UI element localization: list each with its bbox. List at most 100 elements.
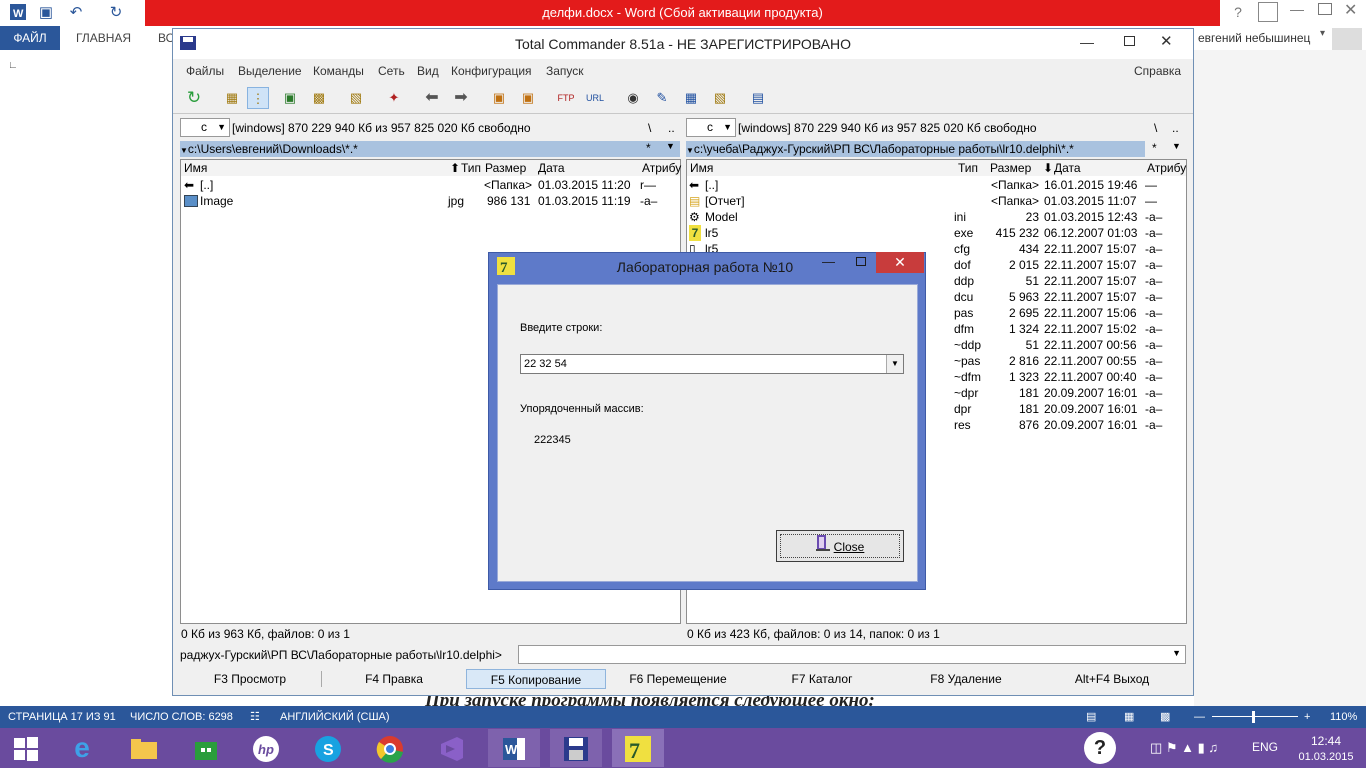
taskbar-save-app-icon[interactable] xyxy=(550,729,602,767)
menu-commands[interactable]: Команды xyxy=(313,62,364,80)
full-view-icon[interactable]: ⋮ xyxy=(247,87,269,109)
compare-dirs-icon[interactable]: ▧ xyxy=(345,87,367,109)
ftp-icon[interactable]: FTP xyxy=(555,87,577,109)
unpack-icon[interactable]: ▣ xyxy=(517,87,539,109)
clock-date[interactable]: 01.03.2015 xyxy=(1296,751,1356,763)
f7-mkdir-button[interactable]: F7 Каталог xyxy=(752,669,892,689)
tab-file[interactable]: ФАЙЛ xyxy=(0,26,60,50)
pack-icon[interactable]: ▣ xyxy=(488,87,510,109)
input-language[interactable]: ENG xyxy=(1252,740,1278,754)
menu-network[interactable]: Сеть xyxy=(378,62,405,80)
left-col-size[interactable]: Размер xyxy=(485,160,526,176)
right-up-button[interactable]: .. xyxy=(1172,118,1179,138)
zoom-slider-thumb[interactable] xyxy=(1252,711,1255,723)
left-col-type[interactable]: Тип xyxy=(461,160,481,176)
start-icon[interactable] xyxy=(0,729,52,767)
right-col-type[interactable]: Тип xyxy=(958,160,978,176)
taskbar-delphi-app-icon[interactable]: 7 xyxy=(612,729,664,767)
menu-files[interactable]: Файлы xyxy=(186,62,224,80)
f3-view-button[interactable]: F3 Просмотр xyxy=(180,669,320,689)
right-row-name[interactable]: lr5 xyxy=(705,225,718,241)
dialog-minimize-icon[interactable]: — xyxy=(822,254,835,269)
refresh-icon[interactable]: ↻ xyxy=(183,87,205,109)
back-icon[interactable]: ⬅ xyxy=(421,87,443,109)
undo-icon[interactable]: ↶ xyxy=(66,3,86,23)
word-close-icon[interactable]: ✕ xyxy=(1344,0,1357,20)
redo-icon[interactable]: ↻ xyxy=(106,3,126,23)
tab-home[interactable]: ГЛАВНАЯ xyxy=(76,26,131,50)
left-row-name[interactable]: Image xyxy=(200,193,233,209)
close-button[interactable]: Close xyxy=(776,530,904,562)
right-col-date[interactable]: Дата xyxy=(1054,160,1081,176)
word-user-name[interactable]: евгений небышинец xyxy=(1198,26,1310,50)
right-col-attr[interactable]: Атрибу xyxy=(1147,160,1186,176)
right-filter-dropdown-icon[interactable]: ▼ xyxy=(1172,141,1181,151)
left-row-name[interactable]: [..] xyxy=(200,177,213,193)
search-icon[interactable]: ◉ xyxy=(622,87,644,109)
ie-icon[interactable]: e xyxy=(56,729,108,767)
left-col-attr[interactable]: Атрибу xyxy=(642,160,681,176)
word-maximize-icon[interactable] xyxy=(1318,3,1332,15)
menu-start[interactable]: Запуск xyxy=(546,62,584,80)
left-col-name[interactable]: Имя xyxy=(184,160,207,176)
help-icon[interactable]: ? xyxy=(1228,4,1248,20)
print-layout-icon[interactable]: ▦ xyxy=(1124,706,1134,728)
select-icon[interactable]: ✦ xyxy=(383,87,405,109)
sync-dirs-icon[interactable]: ▦ xyxy=(680,87,702,109)
status-words[interactable]: ЧИСЛО СЛОВ: 6298 xyxy=(130,706,233,728)
notepad-icon[interactable]: ▤ xyxy=(747,87,769,109)
visual-studio-icon[interactable] xyxy=(426,729,478,767)
right-row-name[interactable]: Model xyxy=(705,209,738,225)
save-icon[interactable]: ▣ xyxy=(36,3,56,23)
tray-icons[interactable]: ◫ ⚑ ▲ ▮ ♫ xyxy=(1150,740,1218,756)
right-col-name[interactable]: Имя xyxy=(690,160,713,176)
zoom-level[interactable]: 110% xyxy=(1330,706,1357,728)
f8-delete-button[interactable]: F8 Удаление xyxy=(896,669,1036,689)
left-col-date[interactable]: Дата xyxy=(538,160,565,176)
right-root-button[interactable]: \ xyxy=(1154,118,1157,138)
f5-copy-button[interactable]: F5 Копирование xyxy=(466,669,606,689)
tree-view-icon[interactable]: ▩ xyxy=(308,87,330,109)
brief-view-icon[interactable]: ▦ xyxy=(221,87,243,109)
status-language[interactable]: АНГЛИЙСКИЙ (США) xyxy=(280,706,390,728)
right-row-name[interactable]: [..] xyxy=(705,177,718,193)
zoom-in-icon[interactable]: + xyxy=(1304,706,1310,728)
strings-input[interactable]: 22 32 54 ▼ xyxy=(520,354,904,374)
avatar[interactable] xyxy=(1332,28,1362,50)
zoom-slider[interactable] xyxy=(1212,716,1298,717)
forward-icon[interactable]: ➡ xyxy=(450,87,472,109)
store-icon[interactable] xyxy=(180,729,232,767)
url-icon[interactable]: URL xyxy=(584,87,606,109)
left-drive-select[interactable]: c ▼ xyxy=(180,118,230,137)
web-layout-icon[interactable]: ▩ xyxy=(1160,706,1170,728)
zoom-out-icon[interactable]: — xyxy=(1194,706,1205,728)
dialog-maximize-icon[interactable] xyxy=(856,257,866,266)
read-mode-icon[interactable]: ▤ xyxy=(1086,706,1096,728)
right-path-bar[interactable]: ▼c:\учеба\Раджух-Гурский\РП ВС\Лаборатор… xyxy=(686,141,1145,157)
ribbon-display-icon[interactable] xyxy=(1258,2,1278,22)
word-minimize-icon[interactable]: — xyxy=(1290,1,1304,17)
left-filter-icon[interactable]: * xyxy=(646,141,651,155)
clock-time[interactable]: 12:44 xyxy=(1306,734,1346,748)
right-drive-select[interactable]: c ▼ xyxy=(686,118,736,137)
help-tray-icon[interactable]: ? xyxy=(1084,732,1116,764)
left-path-bar[interactable]: ▼c:\Users\евгений\Downloads\*.* xyxy=(180,141,680,157)
command-line-input[interactable]: ▼ xyxy=(518,645,1186,664)
tc-maximize-icon[interactable] xyxy=(1124,36,1135,46)
left-history-icon[interactable]: ▼ xyxy=(180,146,188,155)
menu-configuration[interactable]: Конфигурация xyxy=(451,62,532,80)
right-col-size[interactable]: Размер xyxy=(990,160,1031,176)
menu-view[interactable]: Вид xyxy=(417,62,439,80)
tc-close-icon[interactable]: ✕ xyxy=(1160,32,1173,50)
right-row-name[interactable]: [Отчет] xyxy=(705,193,745,209)
command-line-dropdown-icon[interactable]: ▼ xyxy=(1172,648,1181,658)
tc-minimize-icon[interactable]: — xyxy=(1080,34,1094,50)
exit-button[interactable]: Alt+F4 Выход xyxy=(1042,669,1182,689)
multi-rename-icon[interactable]: ✎ xyxy=(651,87,673,109)
status-page[interactable]: СТРАНИЦА 17 ИЗ 91 xyxy=(8,706,116,728)
menu-help[interactable]: Справка xyxy=(1134,62,1181,80)
thumbnails-icon[interactable]: ▣ xyxy=(279,87,301,109)
ruler-tab-icon[interactable]: ∟ xyxy=(8,60,18,71)
dialog-close-icon[interactable]: ✕ xyxy=(876,252,924,273)
strings-dropdown-icon[interactable]: ▼ xyxy=(886,355,903,373)
